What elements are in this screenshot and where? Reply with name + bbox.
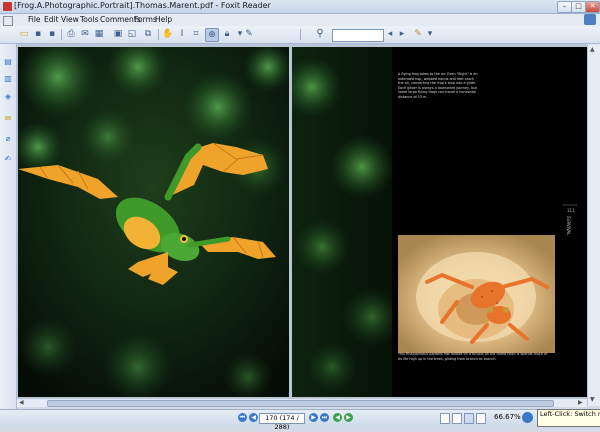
- open-icon[interactable]: ▭: [18, 28, 30, 40]
- go-forward-icon[interactable]: ▶: [344, 413, 353, 422]
- foxit-app-icon[interactable]: [3, 2, 12, 11]
- search-input[interactable]: [332, 29, 384, 42]
- go-back-icon[interactable]: ◀: [333, 413, 342, 422]
- navigation-panel: ▤ ▥ ◈ ✉ ⌀ ✍: [0, 44, 17, 409]
- single-page-view-icon[interactable]: [440, 413, 450, 424]
- menu-bar: File Edit View Tools Comments Forms Help: [0, 14, 600, 26]
- bookmarks-icon[interactable]: ▤: [3, 57, 13, 67]
- flying-frog-photo: [18, 47, 289, 397]
- layers-icon[interactable]: ◈: [3, 92, 13, 102]
- monitor-icon[interactable]: ▣: [112, 28, 124, 40]
- vertical-scrollbar[interactable]: ▲ ▼: [587, 44, 600, 406]
- maximize-button[interactable]: □: [571, 1, 586, 13]
- toolbar-separator: [158, 29, 159, 40]
- zoom-in-icon[interactable]: [522, 412, 533, 423]
- horizontal-scrollbar[interactable]: ◀ ▶: [17, 399, 587, 407]
- find-previous-icon[interactable]: ◂: [384, 28, 396, 40]
- next-page-icon[interactable]: ▶: [309, 413, 318, 422]
- document-menu-icon[interactable]: [3, 16, 13, 26]
- toolbar-separator: [300, 29, 301, 40]
- signatures-icon[interactable]: ✍: [3, 154, 13, 164]
- caption-bottom-text: This Rhacophorus pardalis has landed on …: [398, 352, 548, 361]
- minimize-button[interactable]: –: [557, 1, 572, 13]
- rhacophorus-pardalis-photo: [398, 235, 555, 353]
- continuous-view-icon[interactable]: [452, 413, 462, 424]
- title-bar: [Frog.A.Photographic.Portrait].Thomas.Ma…: [0, 0, 600, 14]
- scroll-right-icon[interactable]: ▶: [578, 399, 583, 406]
- scroll-up-icon[interactable]: ▲: [590, 46, 597, 53]
- lock-icon[interactable]: 🔒︎: [221, 28, 233, 40]
- last-page-icon[interactable]: ⏭: [320, 413, 329, 422]
- scroll-down-icon[interactable]: ▼: [590, 396, 597, 403]
- zoom-level[interactable]: 66.67%: [494, 413, 521, 421]
- close-button[interactable]: ✕: [585, 1, 600, 13]
- dropdown-arrow-icon[interactable]: ▾: [424, 28, 436, 40]
- typewriter-icon[interactable]: ✎: [243, 28, 255, 40]
- previous-page-icon[interactable]: ◀: [249, 413, 258, 422]
- menu-forms[interactable]: Forms: [134, 15, 157, 24]
- horizontal-scroll-thumb[interactable]: [47, 400, 554, 407]
- binoculars-icon[interactable]: ⚲: [314, 28, 326, 40]
- continuous-facing-view-icon[interactable]: [476, 413, 486, 424]
- select-text-icon[interactable]: I: [176, 28, 188, 40]
- email-icon[interactable]: ✉: [79, 28, 91, 40]
- pdf-page-left[interactable]: [18, 47, 289, 397]
- properties-icon[interactable]: ▦: [93, 28, 105, 40]
- caption-top-text: A flying frog takes to the air. Even "fl…: [398, 72, 478, 99]
- hand-tool-icon[interactable]: ✋: [162, 28, 174, 40]
- comments-panel-icon[interactable]: ✉: [3, 114, 13, 124]
- scroll-left-icon[interactable]: ◀: [19, 399, 24, 406]
- toolbar-separator: [61, 29, 62, 40]
- page-number: 111: [567, 208, 575, 213]
- zoom-tool-icon[interactable]: ⊕: [205, 28, 219, 42]
- menu-help[interactable]: Help: [155, 15, 172, 24]
- find-file-icon[interactable]: ◱: [126, 28, 138, 40]
- section-label: SURVIVAL: [566, 216, 571, 236]
- pages-icon[interactable]: ▥: [3, 74, 13, 84]
- menu-view[interactable]: View: [61, 15, 79, 24]
- status-bar: ⏮ ◀ 170 (174 / 288) ▶ ⏭ ◀ ▶ 66.67%: [0, 409, 600, 431]
- menu-file[interactable]: File: [28, 15, 41, 24]
- snapshot-tool-icon[interactable]: ⌗: [190, 28, 202, 40]
- facing-view-icon[interactable]: [464, 413, 474, 424]
- menu-tools[interactable]: Tools: [80, 15, 98, 24]
- save-icon[interactable]: ▪: [32, 28, 44, 40]
- page-number-field[interactable]: 170 (174 / 288): [259, 413, 305, 431]
- comment-icon[interactable]: ✎: [412, 28, 424, 40]
- menu-edit[interactable]: Edit: [44, 15, 59, 24]
- save-all-icon[interactable]: ▪: [46, 28, 58, 40]
- restore-document-icon[interactable]: [584, 14, 596, 25]
- attachments-icon[interactable]: ⌀: [3, 134, 13, 144]
- toolbar: ▭ ▪ ▪ ⎙ ✉ ▦ ▣ ◱ ⧉ ✋ I ⌗ ⊕ 🔒︎ ▾ ✎ ⚲ ◂ ▸ ✎…: [0, 26, 600, 44]
- window-title: [Frog.A.Photographic.Portrait].Thomas.Ma…: [14, 1, 271, 10]
- snapshot-icon[interactable]: ⧉: [142, 28, 154, 40]
- tooltip: Left-Click: Switch rende: [537, 409, 600, 427]
- first-page-icon[interactable]: ⏮: [238, 413, 247, 422]
- find-next-icon[interactable]: ▸: [396, 28, 408, 40]
- print-icon[interactable]: ⎙: [65, 28, 77, 40]
